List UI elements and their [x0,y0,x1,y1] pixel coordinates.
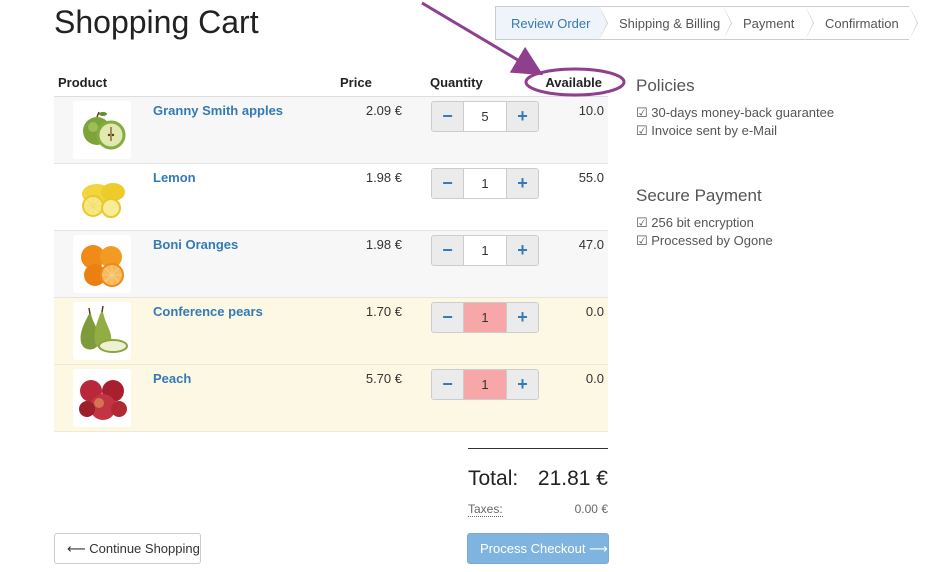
header-available: Available [545,75,602,90]
sidebar: Policies ☑ 30-days money-back guarantee … [636,76,916,248]
increase-quantity-button[interactable]: + [507,303,538,332]
list-item: ☑ Processed by Ogone [636,233,773,248]
page-title: Shopping Cart [54,4,259,40]
quantity-input[interactable] [463,370,507,399]
taxes-value: 0.00 € [574,502,608,516]
quantity-stepper: − + [431,302,539,333]
secure-payment-section: Secure Payment ☑ 256 bit encryption ☑ Pr… [636,186,916,250]
table-row: Granny Smith apples 2.09 € − + 10.0 [54,97,608,164]
increase-quantity-button[interactable]: + [507,370,538,399]
list-item: ☑ 256 bit encryption [636,215,754,230]
product-price: 1.98 € [365,237,402,252]
table-row: Lemon 1.98 € − + 55.0 [54,164,608,231]
product-link[interactable]: Lemon [153,170,196,185]
secure-payment-list: ☑ 256 bit encryption ☑ Processed by Ogon… [636,214,916,250]
increase-quantity-button[interactable]: + [507,169,538,198]
lemon-image [73,168,131,226]
product-link[interactable]: Granny Smith apples [153,103,283,118]
table-row: Boni Oranges 1.98 € − + 47.0 [54,231,608,298]
quantity-stepper: − + [431,369,539,400]
quantity-input[interactable] [463,169,507,198]
product-link[interactable]: Peach [153,371,191,386]
total-label: Total: [468,467,519,490]
secure-payment-heading: Secure Payment [636,186,762,205]
policies-heading: Policies [636,76,695,95]
quantity-stepper: − + [431,235,539,266]
list-item: ☑ 30-days money-back guarantee [636,105,835,120]
header-price: Price [340,75,372,90]
product-link[interactable]: Conference pears [153,304,263,319]
available-stock: 0.0 [585,304,604,319]
header-product: Product [58,75,108,90]
quantity-stepper: − + [431,168,539,199]
cart-table-header: Product Price Quantity Available [54,70,608,97]
available-stock: 10.0 [578,103,604,118]
policies-list: ☑ 30-days money-back guarantee ☑ Invoice… [636,104,916,140]
wizard-step-review-order[interactable]: Review Order [495,6,608,40]
continue-shopping-button[interactable]: ⟵ Continue Shopping [54,533,201,564]
product-price: 5.70 € [365,371,402,386]
decrease-quantity-button[interactable]: − [432,370,463,399]
product-price: 1.98 € [365,170,402,185]
product-price: 1.70 € [365,304,402,319]
wizard-step-shipping-billing[interactable]: Shipping & Billing [599,6,732,40]
product-price: 2.09 € [365,103,402,118]
cart-table: Product Price Quantity Available Granny … [54,70,608,432]
increase-quantity-button[interactable]: + [507,102,538,131]
process-checkout-button[interactable]: Process Checkout ⟶ [467,533,609,564]
quantity-input[interactable] [463,303,507,332]
pear-image [73,302,131,360]
available-stock: 47.0 [578,237,604,252]
decrease-quantity-button[interactable]: − [432,169,463,198]
table-row: Peach 5.70 € − + 0.0 [54,365,608,432]
increase-quantity-button[interactable]: + [507,236,538,265]
total-value: 21.81 € [537,467,608,490]
decrease-quantity-button[interactable]: − [432,303,463,332]
product-link[interactable]: Boni Oranges [153,237,238,252]
quantity-stepper: − + [431,101,539,132]
list-item: ☑ Invoice sent by e-Mail [636,123,777,138]
peach-image [73,369,131,427]
table-row: Conference pears 1.70 € − + 0.0 [54,298,608,365]
order-totals: Total: 21.81 € Taxes: 0.00 € [468,448,608,517]
wizard-step-payment[interactable]: Payment [723,6,814,40]
header-quantity: Quantity [430,75,483,90]
available-stock: 0.0 [585,371,604,386]
available-stock: 55.0 [578,170,604,185]
checkout-wizard: Review Order Shipping & Billing Payment … [495,6,918,40]
decrease-quantity-button[interactable]: − [432,236,463,265]
wizard-step-confirmation[interactable]: Confirmation [805,6,918,40]
quantity-input[interactable] [463,102,507,131]
quantity-input[interactable] [463,236,507,265]
decrease-quantity-button[interactable]: − [432,102,463,131]
orange-image [73,235,131,293]
green-apple-image [73,101,131,159]
taxes-label: Taxes: [468,502,503,517]
